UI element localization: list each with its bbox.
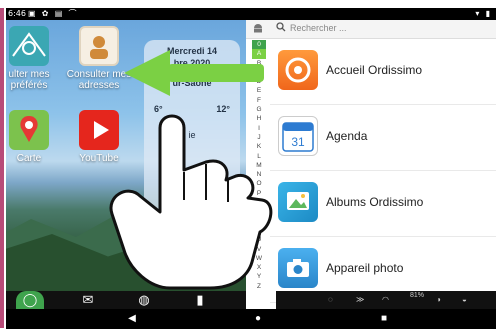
- alphabet-index[interactable]: 0 A B C D E F G H I J K L M N O P Q R S …: [252, 40, 266, 310]
- weather-temp-max: 12°: [216, 104, 230, 114]
- alphabet-letter[interactable]: I: [252, 124, 266, 133]
- list-item[interactable]: 31 Agenda: [270, 104, 496, 171]
- app-map[interactable]: Carte: [6, 110, 64, 164]
- weather-city: ur-Saône: [172, 78, 212, 88]
- quick-settings-strip: ◌ ≫ ◠ 81% ◑ ◒: [276, 291, 496, 309]
- alphabet-letter[interactable]: J: [252, 133, 266, 142]
- navigation-bar: ◀ ● ■: [6, 309, 496, 329]
- search-icon: [276, 22, 286, 35]
- weather-widget[interactable]: Mercredi 14 bre 2020 ur-Saône 6° 12° ie: [144, 40, 240, 260]
- alphabet-letter[interactable]: L: [252, 152, 266, 161]
- dock-mail-button[interactable]: ✉: [74, 291, 102, 309]
- home-button[interactable]: ●: [248, 309, 268, 329]
- drawer-search-bar[interactable]: Rechercher ...: [246, 20, 496, 39]
- app-map-label: Carte: [16, 153, 42, 164]
- app-label: Appareil photo: [326, 261, 404, 275]
- alphabet-letter[interactable]: U: [252, 235, 266, 244]
- alphabet-letter[interactable]: F: [252, 96, 266, 105]
- weather-temps: 6° 12°: [144, 104, 240, 124]
- camera-icon: [278, 248, 318, 288]
- alphabet-letter[interactable]: D: [252, 77, 266, 86]
- address-book-icon: [79, 26, 119, 66]
- app-addresses-label: Consulter mes adresses: [66, 69, 132, 91]
- app-youtube-label: YouTube: [79, 153, 119, 164]
- status-bar: 6:46 ▣ ✿ ▤ ⌒ ▾ ▮: [6, 8, 496, 20]
- wifi-icon: ◌: [328, 295, 333, 304]
- recents-button[interactable]: ■: [374, 309, 394, 329]
- home-screen: ulter mes préférés Consulter mes adresse…: [6, 20, 246, 291]
- brightness-icon: ◠: [382, 295, 389, 304]
- app-drawer: Rechercher ... 0 A B C D E F G H I J K L…: [246, 20, 496, 309]
- ordissimo-home-icon: [278, 50, 318, 90]
- status-time: 6:46: [8, 9, 26, 18]
- alphabet-letter[interactable]: Q: [252, 198, 266, 207]
- mail-icon: ✉: [82, 292, 94, 307]
- alphabet-letter[interactable]: E: [252, 86, 266, 95]
- dock-contacts-button[interactable]: ▮: [186, 291, 214, 309]
- home-dot-icon: ●: [254, 313, 262, 324]
- sound-icon: ≫: [356, 295, 365, 304]
- search-input[interactable]: Rechercher ...: [290, 23, 347, 33]
- alphabet-letter[interactable]: X: [252, 263, 266, 272]
- favorites-icon: [9, 26, 49, 66]
- alphabet-letter[interactable]: M: [252, 161, 266, 170]
- alphabet-letter[interactable]: R: [252, 207, 266, 216]
- status-notification-icons: ▣ ✿ ▤ ⌒: [28, 9, 79, 18]
- list-item[interactable]: Accueil Ordissimo: [270, 38, 496, 105]
- alphabet-letter[interactable]: W: [252, 254, 266, 263]
- weather-date-line2: bre 2020: [173, 58, 211, 68]
- app-favorites[interactable]: ulter mes préférés: [6, 26, 64, 91]
- alphabet-letter[interactable]: Y: [252, 272, 266, 281]
- back-button[interactable]: ◀: [122, 309, 142, 329]
- home-circle-icon: ◯: [22, 292, 38, 307]
- youtube-icon: [79, 110, 119, 150]
- map-icon: [9, 110, 49, 150]
- dock-home-button[interactable]: ◯: [16, 291, 44, 309]
- globe-icon: ◍: [138, 292, 150, 307]
- weather-date-line1: Mercredi 14: [166, 46, 218, 56]
- app-label: Agenda: [326, 129, 368, 143]
- alphabet-letter[interactable]: S: [252, 217, 266, 226]
- alphabet-letter[interactable]: O: [252, 179, 266, 188]
- alphabet-letter[interactable]: 0: [252, 40, 266, 50]
- alphabet-letter[interactable]: K: [252, 142, 266, 151]
- contacts-icon: ▮: [196, 292, 204, 307]
- calendar-icon: 31: [278, 116, 318, 156]
- app-favorites-label: ulter mes préférés: [8, 69, 50, 91]
- app-label: Accueil Ordissimo: [326, 63, 423, 77]
- settings-icon: ◑: [436, 295, 441, 304]
- weather-temp-min: 6°: [154, 104, 163, 114]
- alphabet-letter[interactable]: T: [252, 226, 266, 235]
- recents-icon: ■: [380, 313, 388, 324]
- alphabet-letter[interactable]: H: [252, 114, 266, 123]
- alphabet-letter[interactable]: A: [252, 49, 266, 59]
- status-system-icons: ▾ ▮: [475, 9, 492, 18]
- photo-album-icon: [278, 182, 318, 222]
- alphabet-letter[interactable]: V: [252, 245, 266, 254]
- weather-description: ie: [188, 130, 196, 140]
- alphabet-letter[interactable]: B: [252, 59, 266, 68]
- dock-internet-button[interactable]: ◍: [130, 291, 158, 309]
- alphabet-letter[interactable]: P: [252, 189, 266, 198]
- alphabet-letter[interactable]: Z: [252, 282, 266, 291]
- alphabet-letter[interactable]: N: [252, 170, 266, 179]
- back-icon: ◀: [128, 313, 136, 324]
- app-addresses[interactable]: Consulter mes adresses: [64, 26, 134, 91]
- list-item[interactable]: Albums Ordissimo: [270, 170, 496, 237]
- power-icon: ◒: [462, 295, 467, 304]
- side-accent-bar: [0, 8, 4, 328]
- screen: 6:46 ▣ ✿ ▤ ⌒ ▾ ▮ ulter mes préférés Cons…: [0, 0, 496, 329]
- app-label: Albums Ordissimo: [326, 195, 424, 209]
- alphabet-letter[interactable]: C: [252, 68, 266, 77]
- battery-level: 81%: [410, 292, 425, 299]
- calendar-day: 31: [291, 135, 305, 149]
- alphabet-letter[interactable]: G: [252, 105, 266, 114]
- android-icon: [252, 22, 264, 34]
- app-youtube[interactable]: YouTube: [64, 110, 134, 164]
